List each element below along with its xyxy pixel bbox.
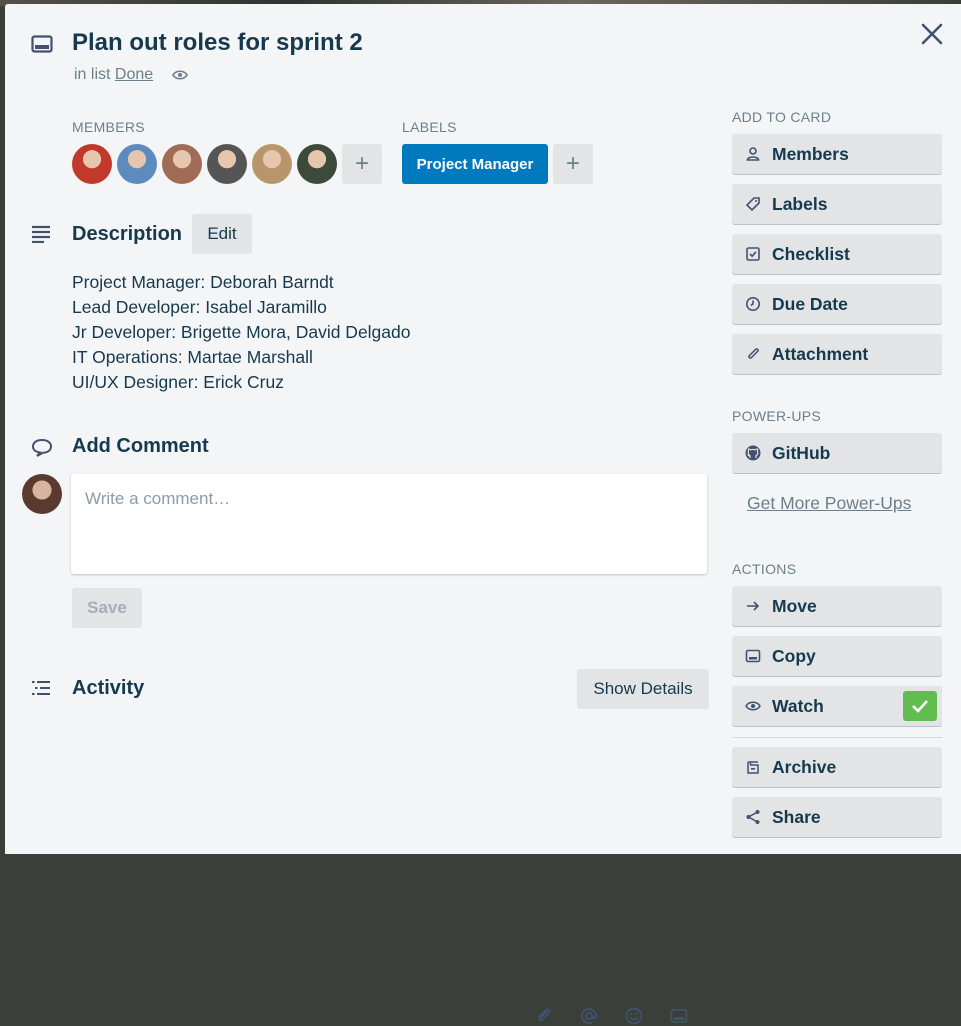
labels-button-label: Labels — [772, 194, 828, 214]
members-button-label: Members — [772, 144, 849, 164]
member-avatar[interactable] — [162, 144, 202, 184]
description-icon — [31, 225, 51, 243]
move-button[interactable]: Move — [732, 586, 942, 626]
emoji-icon[interactable] — [624, 1006, 644, 1026]
tag-icon — [745, 196, 761, 212]
members-button[interactable]: Members — [732, 134, 942, 174]
person-icon — [745, 146, 761, 162]
watch-button[interactable]: Watch — [732, 686, 942, 726]
card-title[interactable]: Plan out roles for sprint 2 — [72, 29, 363, 57]
plus-icon: + — [354, 150, 369, 177]
close-icon — [921, 23, 943, 45]
card-icon — [31, 35, 53, 55]
description-line: UI/UX Designer: Erick Cruz — [72, 372, 284, 392]
list-link[interactable]: Done — [115, 66, 153, 83]
member-avatar[interactable] — [117, 144, 157, 184]
description-line: IT Operations: Martae Marshall — [72, 347, 313, 367]
actions-heading: ACTIONS — [732, 561, 797, 577]
show-details-button[interactable]: Show Details — [577, 669, 709, 709]
card-icon — [745, 648, 761, 664]
due-date-button-label: Due Date — [772, 294, 848, 314]
watching-badge — [903, 691, 937, 721]
attachment-button[interactable]: Attachment — [732, 334, 942, 374]
archive-icon — [745, 759, 761, 775]
edit-description-button[interactable]: Edit — [192, 214, 252, 254]
archive-button[interactable]: Archive — [732, 747, 942, 787]
archive-button-label: Archive — [772, 757, 837, 777]
description-text[interactable]: Project Manager: Deborah Barndt Lead Dev… — [72, 270, 411, 395]
attachment-icon[interactable] — [534, 1006, 554, 1026]
checklist-icon — [745, 246, 761, 262]
add-label-button[interactable]: + — [553, 144, 593, 184]
copy-button-label: Copy — [772, 646, 816, 666]
checklist-button-label: Checklist — [772, 244, 850, 264]
member-avatar[interactable] — [207, 144, 247, 184]
save-comment-button[interactable]: Save — [72, 588, 142, 628]
copy-button[interactable]: Copy — [732, 636, 942, 676]
watching-eye-icon — [171, 69, 188, 81]
description-line: Lead Developer: Isabel Jaramillo — [72, 297, 327, 317]
labels-heading: LABELS — [402, 119, 457, 135]
members-heading: MEMBERS — [72, 119, 145, 135]
add-to-card-heading: ADD TO CARD — [732, 109, 832, 125]
member-avatar[interactable] — [72, 144, 112, 184]
actions-divider — [732, 737, 942, 738]
add-member-button[interactable]: + — [342, 144, 382, 184]
current-user-avatar — [22, 474, 62, 514]
move-button-label: Move — [772, 596, 817, 616]
in-list-prefix: in list — [74, 66, 111, 83]
close-button[interactable] — [917, 19, 947, 49]
card-icon[interactable] — [669, 1006, 689, 1026]
description-line: Project Manager: Deborah Barndt — [72, 272, 334, 292]
eye-icon — [745, 698, 761, 714]
due-date-button[interactable]: Due Date — [732, 284, 942, 324]
github-icon — [745, 445, 761, 461]
plus-icon: + — [565, 150, 580, 177]
card-detail-modal: Plan out roles for sprint 2 in list Done… — [5, 4, 961, 1025]
powerups-heading: POWER-UPS — [732, 408, 822, 424]
checklist-button[interactable]: Checklist — [732, 234, 942, 274]
share-button-label: Share — [772, 807, 821, 827]
member-avatar[interactable] — [252, 144, 292, 184]
list-location: in list Done — [74, 66, 188, 84]
comment-input[interactable]: Write a comment… — [71, 474, 707, 1025]
add-comment-heading: Add Comment — [72, 435, 209, 457]
checkmark-icon — [912, 700, 928, 713]
activity-heading: Activity — [72, 677, 145, 699]
github-button[interactable]: GitHub — [732, 433, 942, 473]
share-button[interactable]: Share — [732, 797, 942, 837]
comment-placeholder: Write a comment… — [85, 489, 231, 508]
share-icon — [745, 809, 761, 825]
description-line: Jr Developer: Brigette Mora, David Delga… — [72, 322, 411, 342]
arrow-right-icon — [745, 598, 761, 614]
paperclip-icon — [745, 346, 761, 362]
get-more-powerups-link[interactable]: Get More Power-Ups — [747, 493, 911, 514]
attachment-button-label: Attachment — [772, 344, 869, 364]
watch-button-label: Watch — [772, 696, 824, 716]
label-project-manager[interactable]: Project Manager — [402, 144, 548, 184]
comment-icon — [31, 438, 53, 458]
activity-icon — [31, 680, 51, 696]
clock-icon — [745, 296, 761, 312]
github-button-label: GitHub — [772, 443, 831, 463]
description-heading: Description — [72, 223, 183, 245]
labels-button[interactable]: Labels — [732, 184, 942, 224]
mention-icon[interactable] — [579, 1006, 599, 1026]
member-avatar[interactable] — [297, 144, 337, 184]
